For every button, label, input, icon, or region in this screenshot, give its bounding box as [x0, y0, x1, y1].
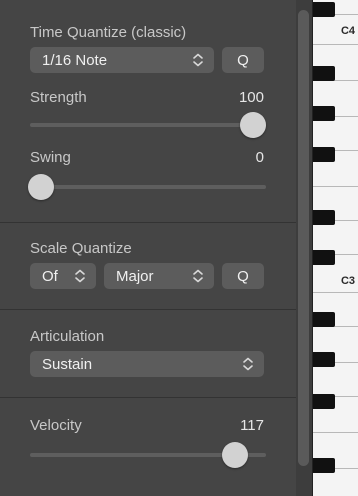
scale-root-value: Of	[42, 267, 58, 285]
strength-label: Strength	[30, 89, 87, 106]
swing-value: 0	[255, 149, 264, 166]
section-divider	[0, 397, 296, 398]
scale-quantize-title: Scale Quantize	[30, 240, 132, 257]
black-key[interactable]	[313, 312, 335, 327]
time-quantize-value: 1/16 Note	[42, 51, 108, 69]
updown-chevron-icon	[75, 269, 85, 283]
time-quantize-title: Time Quantize (classic)	[30, 24, 187, 41]
articulation-value: Sustain	[42, 355, 93, 373]
white-key-divider	[313, 186, 358, 187]
section-divider	[0, 222, 296, 223]
strength-value: 100	[238, 89, 264, 106]
piano-key-label-c3: C3	[340, 275, 355, 287]
black-key[interactable]	[313, 352, 335, 367]
black-key[interactable]	[313, 210, 335, 225]
strength-slider-track[interactable]	[30, 123, 266, 127]
scale-type-select[interactable]: Major	[104, 263, 214, 289]
black-key[interactable]	[313, 2, 335, 17]
black-key[interactable]	[313, 394, 335, 409]
updown-chevron-icon	[193, 269, 203, 283]
midi-inspector-panel: Time Quantize (classic) 1/16 Note Q Stre…	[0, 0, 296, 496]
section-divider	[0, 309, 296, 310]
articulation-select[interactable]: Sustain	[30, 351, 264, 377]
scale-root-select[interactable]: Of	[30, 263, 96, 289]
time-quantize-select[interactable]: 1/16 Note	[30, 47, 214, 73]
velocity-label: Velocity	[30, 417, 82, 434]
updown-chevron-icon	[193, 53, 203, 67]
swing-slider-knob[interactable]	[28, 174, 54, 200]
white-key-divider	[313, 292, 358, 293]
scrollbar-thumb[interactable]	[298, 10, 309, 466]
swing-label: Swing	[30, 149, 71, 166]
updown-chevron-icon	[243, 357, 253, 371]
piano-key-label-c4: C4	[340, 25, 355, 37]
black-key[interactable]	[313, 458, 335, 473]
white-key-divider	[313, 432, 358, 433]
white-key-divider	[313, 44, 358, 45]
time-quantize-q-button[interactable]: Q	[222, 47, 264, 73]
strength-slider-knob[interactable]	[240, 112, 266, 138]
articulation-title: Articulation	[30, 328, 105, 345]
black-key[interactable]	[313, 106, 335, 121]
velocity-slider-knob[interactable]	[222, 442, 248, 468]
black-key[interactable]	[313, 250, 335, 265]
black-key[interactable]	[313, 66, 335, 81]
black-key[interactable]	[313, 147, 335, 162]
scale-quantize-q-button[interactable]: Q	[222, 263, 264, 289]
swing-slider-track[interactable]	[30, 185, 266, 189]
velocity-value: 117	[240, 417, 264, 434]
piano-keyboard[interactable]: C4 C3	[312, 0, 358, 496]
scale-type-value: Major	[116, 267, 154, 285]
